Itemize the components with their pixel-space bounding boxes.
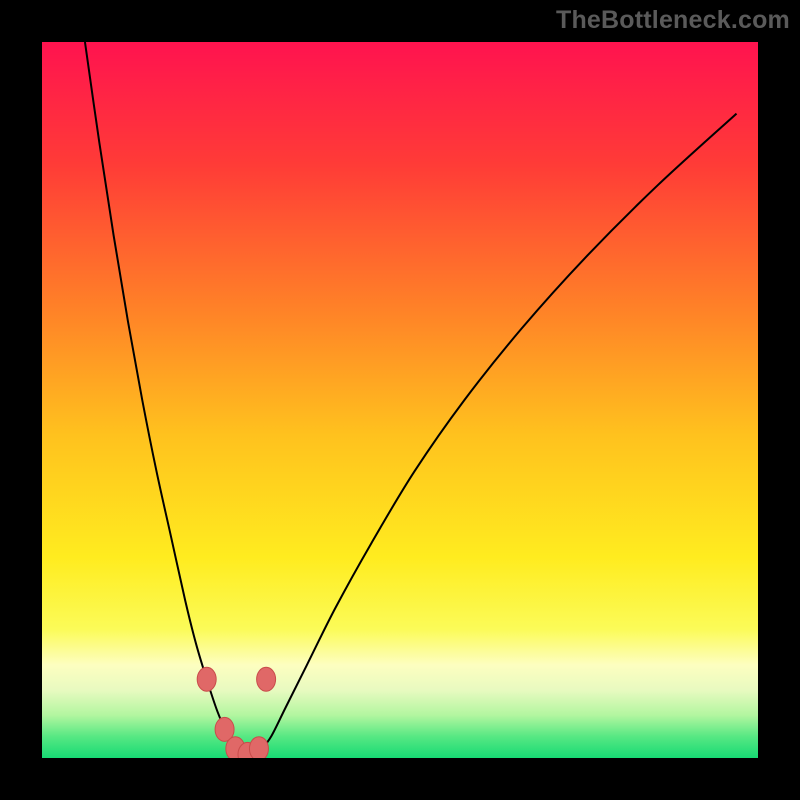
data-marker bbox=[197, 667, 216, 691]
plot-area bbox=[42, 42, 758, 758]
watermark-text: TheBottleneck.com bbox=[556, 6, 790, 35]
data-marker bbox=[257, 667, 276, 691]
data-marker bbox=[249, 737, 268, 758]
chart-background bbox=[42, 42, 758, 758]
chart-svg bbox=[42, 42, 758, 758]
frame: TheBottleneck.com bbox=[0, 0, 800, 800]
